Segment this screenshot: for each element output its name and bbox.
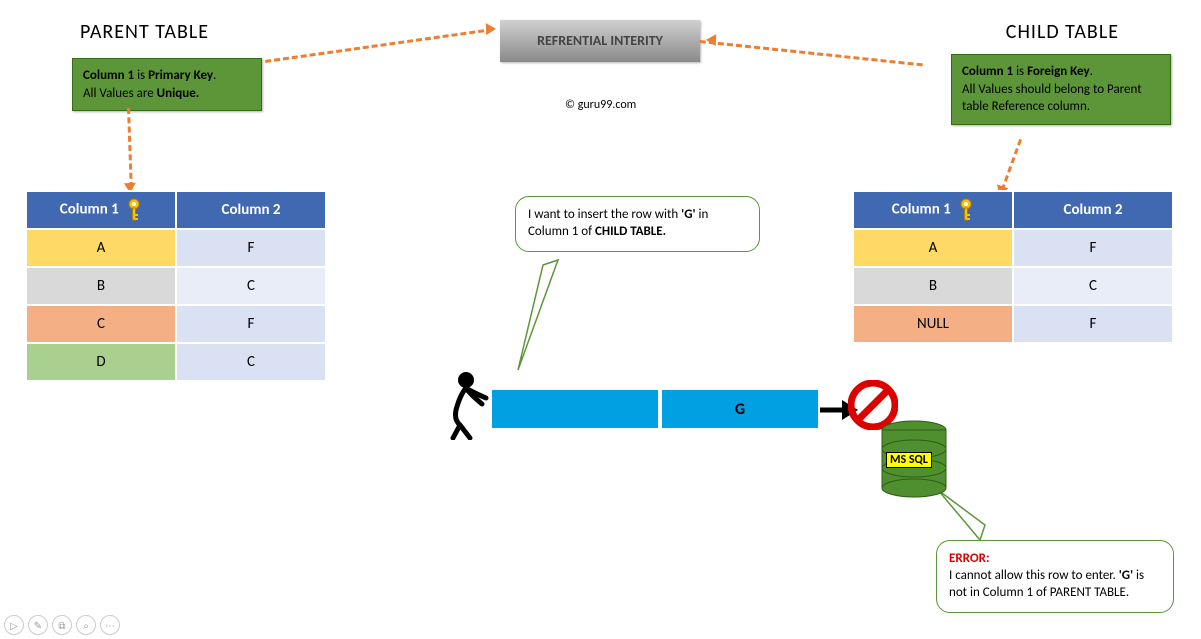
cell: B [853,267,1013,305]
key-icon [126,198,142,222]
parent-col1-header: Column 1 [26,191,176,229]
table-row: AF [853,229,1173,267]
table-row: CF [26,305,326,343]
cell: F [1013,305,1173,343]
database-label: MS SQL [886,452,932,468]
parent-table-title: PARENT TABLE [80,20,209,44]
speech-tail-icon [513,255,563,375]
cell: F [176,305,326,343]
table-row: DC [26,343,326,381]
cell: B [26,267,176,305]
dashed-connector [700,40,923,66]
cell: A [26,229,176,267]
cell: C [176,343,326,381]
cell: C [176,267,326,305]
key-icon [958,198,974,222]
cell: NULL [853,305,1013,343]
cell: C [26,305,176,343]
insert-row-cell1 [490,388,660,430]
dashed-connector [1001,139,1022,191]
zoom-icon[interactable]: ⌕ [76,615,96,635]
cell: A [853,229,1013,267]
footer-toolbar: ▷ ✎ ⧉ ⌕ ⋯ [4,615,120,635]
parent-col2-header: Column 2 [176,191,326,229]
table-row: BC [853,267,1173,305]
parent-table: Column 1 Column 2 AFBCCFDC [25,190,327,382]
child-table-title: CHILD TABLE [1006,20,1119,44]
play-icon[interactable]: ▷ [4,615,24,635]
insert-row-cell2: G [660,388,820,430]
dashed-connector [265,28,493,63]
cell: C [1013,267,1173,305]
pen-icon[interactable]: ✎ [28,615,48,635]
cell: F [176,229,326,267]
table-row: NULLF [853,305,1173,343]
child-table: Column 1 Column 2 AFBCNULLF [852,190,1174,344]
insert-row: G [490,388,820,430]
referential-integrity-banner: REFRENTIAL INTERITY [500,20,700,62]
dashed-connector [127,108,133,188]
arrowhead-icon [486,23,496,35]
table-row: BC [26,267,326,305]
child-col2-header: Column 2 [1013,191,1173,229]
primary-key-note: Column 1 is Primary Key.All Values are U… [72,58,262,111]
more-icon[interactable]: ⋯ [100,615,120,635]
arrowhead-icon [706,34,716,46]
child-col1-header: Column 1 [853,191,1013,229]
copy-icon[interactable]: ⧉ [52,615,72,635]
cell: D [26,343,176,381]
foreign-key-note: Column 1 is Foreign Key.All Values shoul… [951,54,1171,125]
copyright-text: © guru99.com [565,98,636,112]
person-icon [438,370,493,440]
table-row: AF [26,229,326,267]
insert-speech-bubble: I want to insert the row with 'G' in Col… [515,196,760,252]
error-speech-bubble: ERROR:I cannot allow this row to enter. … [936,540,1174,613]
cell: F [1013,229,1173,267]
